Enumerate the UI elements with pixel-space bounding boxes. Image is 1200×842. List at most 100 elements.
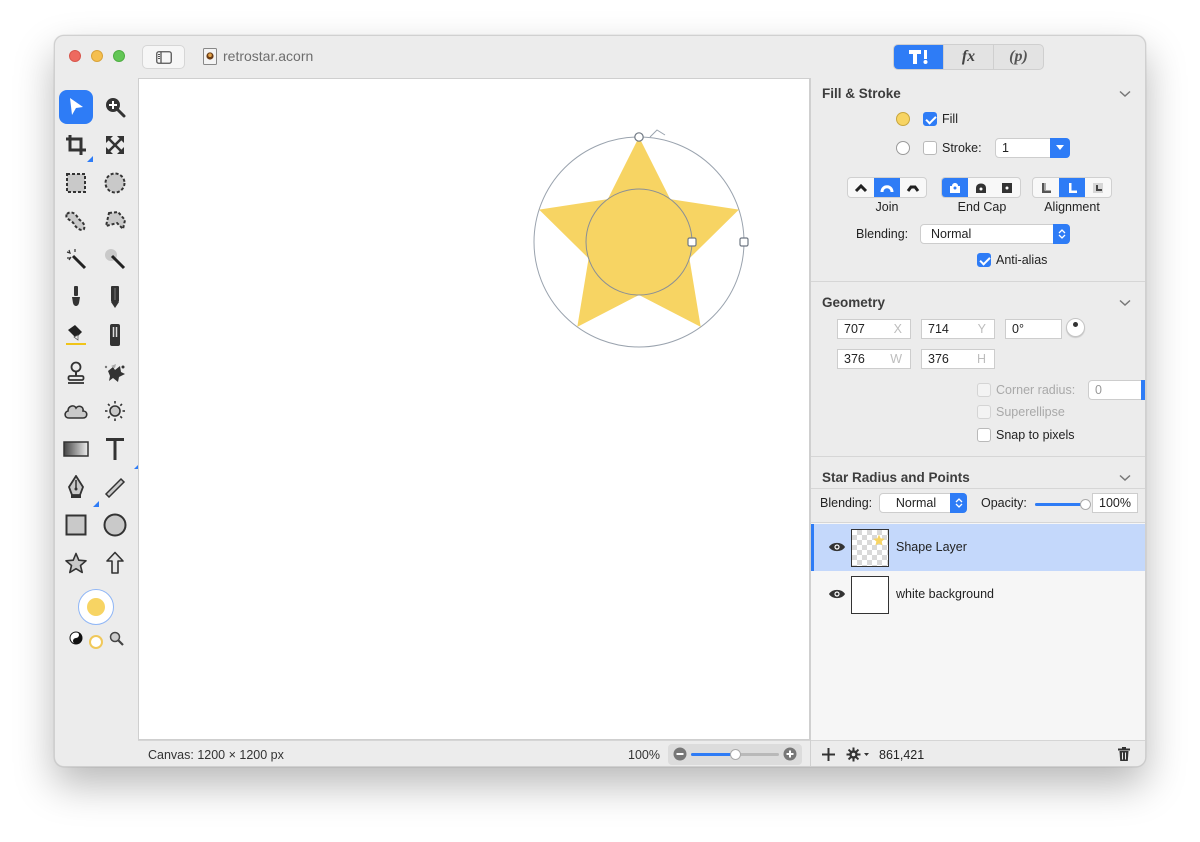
text-tool[interactable]: [98, 432, 140, 469]
fill-color-button[interactable]: [896, 112, 910, 126]
polygon-lasso-icon: [104, 210, 127, 231]
brush-tool[interactable]: [59, 280, 93, 314]
eye-icon[interactable]: [828, 588, 846, 600]
pen-tool[interactable]: [59, 470, 99, 507]
instant-alpha-tool[interactable]: [98, 242, 132, 276]
alignment-center[interactable]: [1059, 178, 1085, 197]
layer-blending-popup[interactable]: Normal: [879, 493, 967, 513]
zoom-slider-track[interactable]: [691, 749, 779, 760]
tab-tools[interactable]: [894, 45, 944, 69]
rotation-value: 0°: [1012, 322, 1024, 336]
close-button[interactable]: [69, 50, 81, 62]
stroke-width-value: 1: [1002, 141, 1009, 155]
zoom-slider-knob[interactable]: [730, 749, 741, 760]
layers-list: Shape Layer white background: [811, 522, 1145, 740]
eye-icon[interactable]: [828, 541, 846, 553]
select-tool[interactable]: [59, 90, 93, 124]
inspector-panel: Fill & Stroke Fill Stroke: 1 Join End Ca…: [810, 78, 1145, 766]
gradient-tool[interactable]: [59, 432, 93, 466]
magic-wand-tool[interactable]: [59, 242, 93, 276]
color-well[interactable]: [78, 589, 114, 625]
polygon-lasso-tool[interactable]: [98, 204, 132, 238]
alignment-inside[interactable]: [1085, 178, 1111, 197]
y-field[interactable]: 714 Y: [921, 319, 995, 339]
add-layer-icon[interactable]: [822, 748, 835, 761]
tab-properties[interactable]: (p): [994, 45, 1043, 69]
ellipse-select-tool[interactable]: [98, 166, 132, 200]
corner-radius-dropdown[interactable]: [1141, 380, 1145, 400]
clone-tool[interactable]: [59, 356, 93, 390]
chevron-down-icon[interactable]: [1119, 299, 1131, 307]
paint-bucket-tool[interactable]: [59, 318, 93, 352]
pencil-tool[interactable]: [98, 280, 132, 314]
smudge-tool[interactable]: [98, 356, 132, 390]
chevron-down-icon[interactable]: [1119, 90, 1131, 98]
lasso-tool[interactable]: [59, 204, 93, 238]
join-round[interactable]: [874, 178, 900, 197]
height-field[interactable]: 376 H: [921, 349, 995, 369]
alignment-outside[interactable]: [1033, 178, 1059, 197]
rotation-field[interactable]: 0°: [1005, 319, 1062, 339]
minimize-button[interactable]: [91, 50, 103, 62]
x-field[interactable]: 707 X: [837, 319, 911, 339]
snap-to-pixels-checkbox[interactable]: [977, 428, 991, 442]
opacity-field[interactable]: 100%: [1092, 493, 1138, 513]
inner-radius-handle[interactable]: [687, 237, 697, 247]
gear-menu-icon[interactable]: [846, 747, 870, 762]
alignment-segmented: [1032, 177, 1112, 198]
width-field[interactable]: 376 W: [837, 349, 911, 369]
stroke-outside-icon: [1042, 182, 1051, 193]
swap-colors-icon[interactable]: [69, 631, 83, 645]
oval-tool[interactable]: [98, 508, 132, 542]
endcap-label: End Cap: [957, 200, 1007, 214]
corner-radius-checkbox[interactable]: [977, 383, 991, 397]
join-bevel[interactable]: [900, 178, 926, 197]
stroke-color-button[interactable]: [896, 141, 910, 155]
zoom-in-icon[interactable]: [783, 747, 797, 761]
burn-tool[interactable]: [59, 394, 93, 428]
layer-row[interactable]: white background: [811, 571, 1145, 618]
trash-icon[interactable]: [1118, 747, 1130, 761]
endcap-square[interactable]: [994, 178, 1020, 197]
tab-filters[interactable]: fx: [944, 45, 994, 69]
maximize-button[interactable]: [113, 50, 125, 62]
rectangle-tool[interactable]: [59, 508, 93, 542]
stroke-width-dropdown[interactable]: [1050, 138, 1070, 158]
stroke-inside-icon: [1093, 182, 1103, 193]
opacity-slider-knob[interactable]: [1080, 499, 1091, 510]
antialias-checkbox[interactable]: [977, 253, 991, 267]
fill-checkbox[interactable]: [923, 112, 937, 126]
endcap-round[interactable]: [968, 178, 994, 197]
chevron-down-icon[interactable]: [1119, 474, 1131, 482]
eyedropper-zoom-icon[interactable]: [109, 631, 125, 647]
canvas[interactable]: [138, 78, 810, 740]
eraser-tool[interactable]: [98, 318, 132, 352]
popup-stepper: [1053, 224, 1070, 244]
zoom-out-icon[interactable]: [673, 747, 687, 761]
crop-tool[interactable]: [59, 128, 93, 162]
line-tool[interactable]: [98, 470, 132, 504]
star-shape[interactable]: [539, 137, 739, 327]
transform-tool[interactable]: [98, 128, 132, 162]
rotation-knob[interactable]: [1066, 318, 1085, 337]
fill-blending-popup[interactable]: Normal: [920, 224, 1070, 244]
dodge-tool[interactable]: [98, 394, 132, 428]
zoom-tool[interactable]: [98, 90, 132, 124]
stroke-checkbox[interactable]: [923, 141, 937, 155]
default-colors-icon[interactable]: [89, 635, 103, 649]
superellipse-checkbox[interactable]: [977, 405, 991, 419]
sidebar-toggle-button[interactable]: [142, 45, 185, 69]
stroke-width-combo[interactable]: 1: [995, 138, 1070, 158]
rect-select-tool[interactable]: [59, 166, 93, 200]
join-miter[interactable]: [848, 178, 874, 197]
layer-row[interactable]: Shape Layer: [811, 524, 1145, 571]
point-handle[interactable]: [634, 132, 644, 142]
corner-radius-combo[interactable]: 0: [1088, 380, 1145, 400]
rotation-handle[interactable]: [649, 129, 666, 138]
opacity-slider[interactable]: [1035, 499, 1091, 510]
fill-color-swatch: [87, 598, 105, 616]
outer-radius-handle[interactable]: [739, 237, 749, 247]
endcap-butt[interactable]: [942, 178, 968, 197]
arrow-tool[interactable]: [98, 546, 132, 580]
star-tool[interactable]: [59, 546, 93, 580]
